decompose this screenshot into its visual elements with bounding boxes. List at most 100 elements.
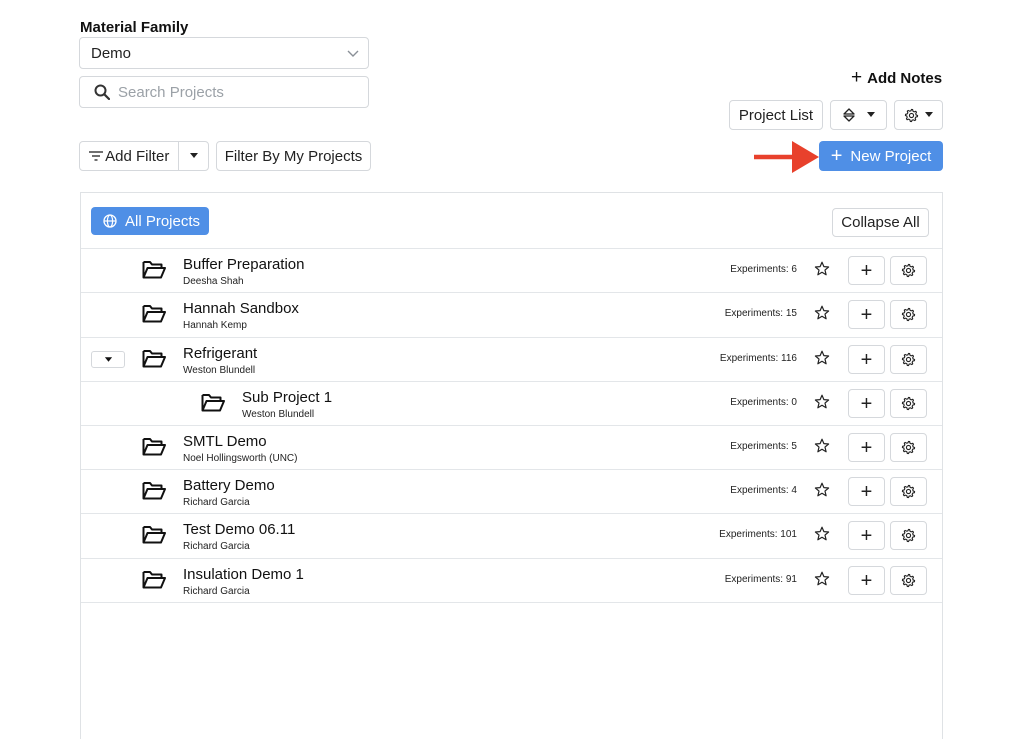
gear-icon xyxy=(901,573,916,588)
project-list-button[interactable]: Project List xyxy=(729,100,823,130)
star-icon[interactable] xyxy=(814,571,830,592)
material-family-select[interactable]: Demo xyxy=(79,37,369,69)
folder-icon xyxy=(142,260,166,284)
filter-icon xyxy=(89,151,104,161)
gear-icon xyxy=(901,528,916,543)
folder-icon xyxy=(142,304,166,328)
sort-dropdown[interactable] xyxy=(830,100,887,130)
project-settings-button[interactable] xyxy=(890,566,927,595)
project-row[interactable]: Sub Project 1 Weston Blundell Experiments:… xyxy=(81,381,942,425)
caret-down-icon xyxy=(189,153,198,158)
plus-icon: + xyxy=(860,348,873,371)
folder-icon xyxy=(142,349,166,373)
project-settings-button[interactable] xyxy=(890,256,927,285)
new-project-button[interactable]: + New Project xyxy=(819,141,943,171)
chevron-down-icon xyxy=(347,50,359,57)
add-experiment-button[interactable]: + xyxy=(848,521,885,550)
star-icon[interactable] xyxy=(814,438,830,459)
gear-icon xyxy=(901,440,916,455)
add-experiment-button[interactable]: + xyxy=(848,300,885,329)
project-name[interactable]: Test Demo 06.11 xyxy=(183,521,295,538)
plus-icon: + xyxy=(860,436,873,459)
star-icon[interactable] xyxy=(814,350,830,371)
experiment-count: Experiments: 6 xyxy=(730,264,797,275)
folder-icon xyxy=(142,481,166,505)
project-settings-button[interactable] xyxy=(890,345,927,374)
project-row[interactable]: Test Demo 06.11 Richard Garcia Experiments… xyxy=(81,513,942,557)
project-owner: Hannah Kemp xyxy=(183,320,247,331)
plus-icon: + xyxy=(860,524,873,547)
project-owner: Weston Blundell xyxy=(242,409,315,420)
project-name[interactable]: SMTL Demo xyxy=(183,433,267,450)
star-icon[interactable] xyxy=(814,394,830,415)
project-row[interactable]: Buffer Preparation Deesha Shah Experiments… xyxy=(81,248,942,292)
add-experiment-button[interactable]: + xyxy=(848,389,885,418)
folder-icon xyxy=(142,437,166,461)
project-settings-button[interactable] xyxy=(890,300,927,329)
project-row[interactable]: Insulation Demo 1 Richard Garcia Experimen… xyxy=(81,558,942,602)
project-row[interactable]: SMTL Demo Noel Hollingsworth (UNC) Experim… xyxy=(81,425,942,469)
project-name[interactable]: Refrigerant xyxy=(183,345,257,362)
project-name[interactable]: Sub Project 1 xyxy=(242,389,332,406)
project-owner: Richard Garcia xyxy=(183,541,250,552)
experiment-count: Experiments: 5 xyxy=(730,441,797,452)
add-experiment-button[interactable]: + xyxy=(848,256,885,285)
project-row[interactable]: Refrigerant Weston Blundell Experiments: 1… xyxy=(81,337,942,381)
folder-icon xyxy=(142,525,166,549)
project-name[interactable]: Hannah Sandbox xyxy=(183,300,299,317)
gear-icon xyxy=(901,484,916,499)
project-name[interactable]: Buffer Preparation xyxy=(183,256,304,273)
add-filter-group: Add Filter xyxy=(79,141,209,171)
gear-icon xyxy=(901,307,916,322)
experiment-count: Experiments: 4 xyxy=(730,485,797,496)
project-row[interactable]: Hannah Sandbox Hannah Kemp Experiments: 15… xyxy=(81,292,942,336)
project-owner: Noel Hollingsworth (UNC) xyxy=(183,453,298,464)
add-notes-label: Add Notes xyxy=(867,69,943,87)
expand-toggle-button[interactable] xyxy=(91,351,125,368)
add-experiment-button[interactable]: + xyxy=(848,477,885,506)
globe-icon xyxy=(103,214,117,228)
filter-my-projects-button[interactable]: Filter By My Projects xyxy=(216,141,371,171)
project-row[interactable]: Battery Demo Richard Garcia Experiments: 4… xyxy=(81,469,942,513)
search-icon xyxy=(94,84,110,100)
annotation-arrow-icon xyxy=(754,141,819,173)
folder-icon xyxy=(142,570,166,594)
folder-icon xyxy=(201,393,225,417)
gear-icon xyxy=(901,396,916,411)
all-projects-button[interactable]: All Projects xyxy=(91,207,209,235)
gear-icon xyxy=(901,263,916,278)
project-name[interactable]: Battery Demo xyxy=(183,477,275,494)
add-experiment-button[interactable]: + xyxy=(848,433,885,462)
add-notes-button[interactable]: + Add Notes xyxy=(851,67,943,88)
project-settings-button[interactable] xyxy=(890,521,927,550)
project-settings-button[interactable] xyxy=(890,433,927,462)
caret-down-icon xyxy=(104,356,112,362)
plus-icon: + xyxy=(860,569,873,592)
project-owner: Richard Garcia xyxy=(183,586,250,597)
search-input[interactable] xyxy=(118,83,358,101)
filter-options-dropdown[interactable] xyxy=(179,141,208,171)
settings-dropdown[interactable] xyxy=(894,100,943,130)
star-icon[interactable] xyxy=(814,305,830,326)
plus-icon: + xyxy=(860,480,873,503)
add-experiment-button[interactable]: + xyxy=(848,345,885,374)
experiment-count: Experiments: 0 xyxy=(730,397,797,408)
project-name[interactable]: Insulation Demo 1 xyxy=(183,566,304,583)
star-icon[interactable] xyxy=(814,482,830,503)
material-family-label: Material Family xyxy=(80,19,189,36)
star-icon[interactable] xyxy=(814,526,830,547)
collapse-all-button[interactable]: Collapse All xyxy=(832,208,929,237)
project-owner: Richard Garcia xyxy=(183,497,250,508)
plus-icon: + xyxy=(860,303,873,326)
new-project-label: New Project xyxy=(850,147,932,165)
plus-icon: + xyxy=(860,259,873,282)
material-family-value: Demo xyxy=(91,44,132,62)
plus-icon: + xyxy=(851,67,863,88)
project-settings-button[interactable] xyxy=(890,477,927,506)
add-filter-button[interactable]: Add Filter xyxy=(80,141,180,171)
project-settings-button[interactable] xyxy=(890,389,927,418)
star-icon[interactable] xyxy=(814,261,830,282)
caret-down-icon xyxy=(924,112,933,117)
add-experiment-button[interactable]: + xyxy=(848,566,885,595)
plus-icon: + xyxy=(830,145,843,167)
